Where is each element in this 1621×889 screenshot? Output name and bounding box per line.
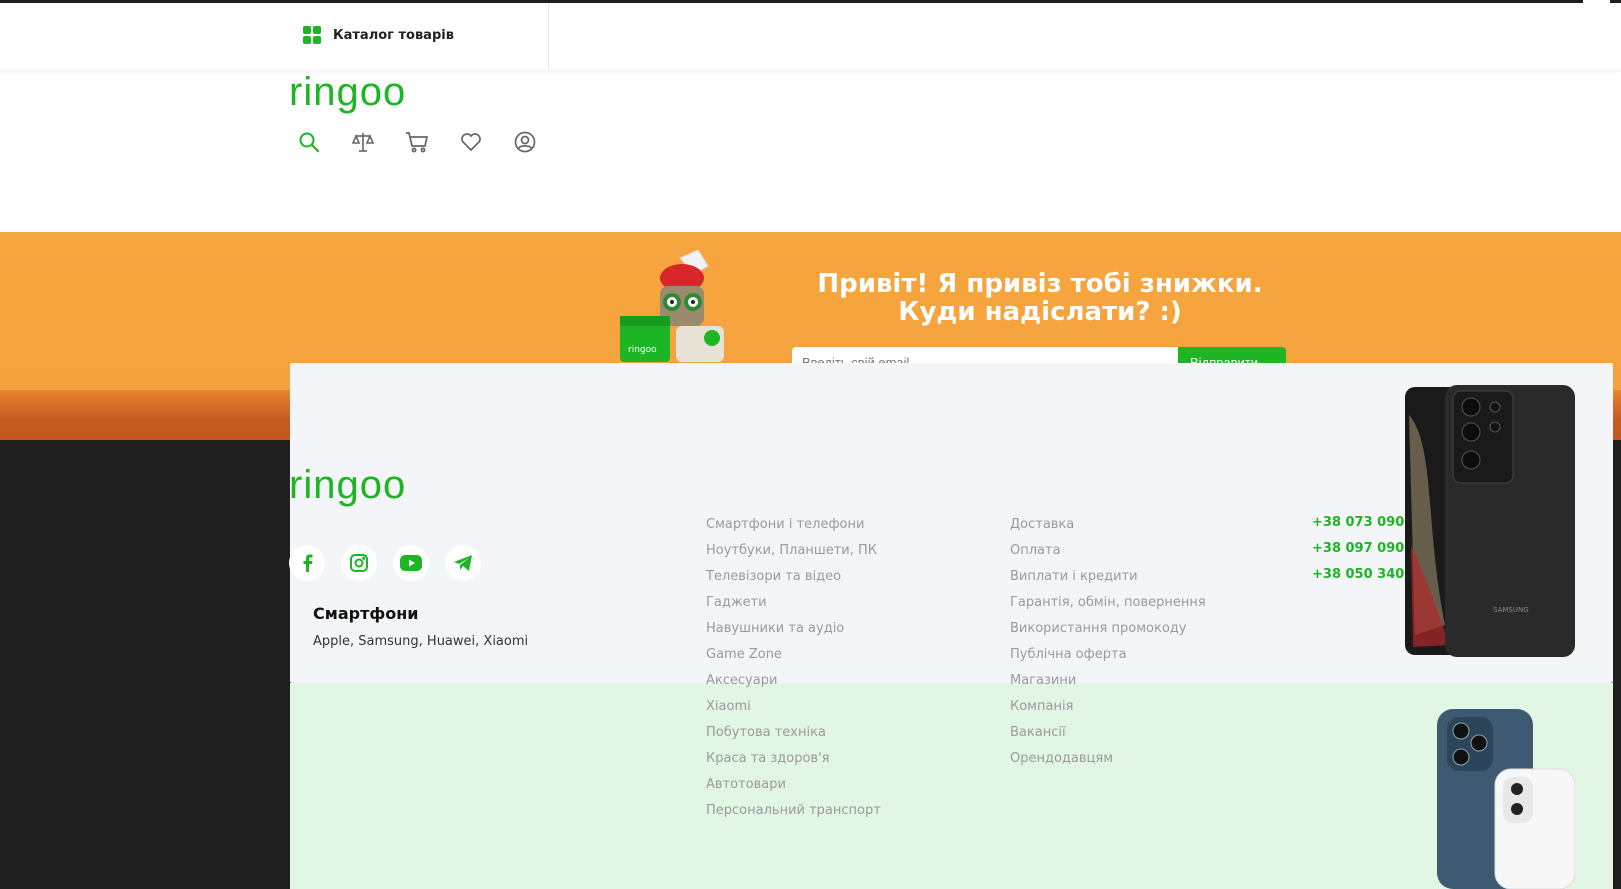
subscribe-button[interactable]: Відправити (1178, 347, 1286, 363)
catalog-divider (548, 3, 549, 70)
footer-catalog-links: Смартфони і телефони Ноутбуки, Планшети,… (706, 512, 881, 824)
promo-title-line2: Куди надіслати? :) (898, 297, 1182, 327)
footer-link[interactable]: Автотовари (706, 772, 881, 798)
footer-link[interactable]: Використання промокоду (1010, 616, 1206, 642)
instagram-icon[interactable] (341, 545, 377, 581)
email-input[interactable] (792, 347, 1178, 363)
footer-link[interactable]: Магазини (1010, 668, 1206, 694)
footer-info-links: Доставка Оплата Виплати і кредити Гарант… (1010, 512, 1206, 772)
footer-logo[interactable]: ringoo (289, 463, 406, 508)
footer-link[interactable]: Виплати і кредити (1010, 564, 1206, 590)
footer-link[interactable]: Game Zone (706, 642, 881, 668)
mascot-robot-illustration: ringoo (620, 250, 724, 362)
subscribe-form: Відправити (792, 347, 1286, 363)
footer-link[interactable]: Гарантія, обмін, повернення (1010, 590, 1206, 616)
footer-link[interactable]: Публічна оферта (1010, 642, 1206, 668)
footer-link[interactable]: Вакансії (1010, 720, 1206, 746)
footer-link[interactable]: Оплата (1010, 538, 1206, 564)
footer-link[interactable]: Компанія (1010, 694, 1206, 720)
samsung-phone-image: SAMSUNG (1405, 385, 1575, 657)
account-icon[interactable] (512, 129, 538, 155)
banner-subtitle: Apple, Samsung, Huawei, Xiaomi (313, 634, 529, 649)
search-icon[interactable] (296, 129, 322, 155)
mascot-bag-text: ringoo (628, 345, 657, 355)
footer-link[interactable]: Персональний транспорт (706, 798, 881, 824)
footer-link[interactable]: Аксесуари (706, 668, 881, 694)
footer-link[interactable]: Телевізори та відео (706, 564, 881, 590)
banner-title: Смартфони (313, 604, 419, 623)
footer-link[interactable]: Навушники та аудіо (706, 616, 881, 642)
heart-icon[interactable] (458, 129, 484, 155)
telegram-icon[interactable] (445, 545, 481, 581)
promo-title-line1: Привіт! Я привіз тобі знижки. (817, 269, 1263, 299)
footer-link[interactable]: Гаджети (706, 590, 881, 616)
footer-link[interactable]: Ноутбуки, Планшети, ПК (706, 538, 881, 564)
compare-icon[interactable] (350, 129, 376, 155)
apple-banner-card[interactable] (290, 683, 1613, 889)
header-logo[interactable]: ringoo (289, 70, 406, 115)
footer-link[interactable]: Краса та здоров'я (706, 746, 881, 772)
promo-title: Привіт! Я привіз тобі знижки. Куди надіс… (790, 270, 1290, 326)
facebook-icon[interactable] (289, 545, 325, 581)
iphone-image (1437, 709, 1575, 889)
footer-link[interactable]: Побутова техніка (706, 720, 881, 746)
social-links (289, 545, 481, 581)
footer-link[interactable]: Смартфони і телефони (706, 512, 881, 538)
footer-link[interactable]: Доставка (1010, 512, 1206, 538)
footer-link[interactable]: Орендодавцям (1010, 746, 1206, 772)
footer-link[interactable]: Xiaomi (706, 694, 881, 720)
grid-icon (303, 26, 321, 44)
cart-icon[interactable] (404, 129, 430, 155)
phone-brand-text: SAMSUNG (1493, 606, 1529, 614)
catalog-button[interactable]: Каталог товарів (303, 26, 454, 44)
youtube-icon[interactable] (393, 545, 429, 581)
catalog-bar: Каталог товарів (0, 3, 1621, 70)
catalog-label: Каталог товарів (333, 27, 454, 43)
header-icons (296, 129, 538, 155)
